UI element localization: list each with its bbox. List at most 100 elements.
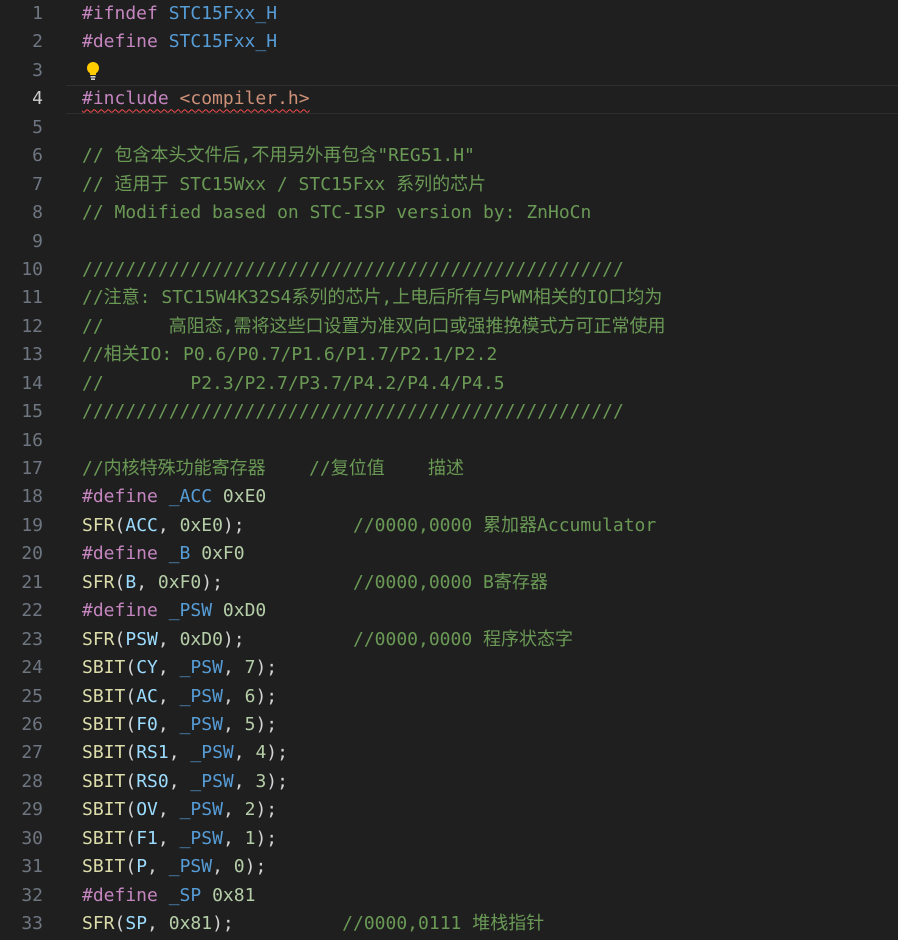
code-editor[interactable]: 1 #ifndef STC15Fxx_H 2 #define STC15Fxx_H 3 4… — [0, 0, 898, 940]
token-punc: ); — [255, 827, 278, 849]
code-text: SFR(ACC, 0xE0); //0000,0000 累加器Accumulat… — [82, 512, 656, 540]
line-number: 6 — [32, 145, 43, 167]
line-number: 3 — [32, 59, 43, 81]
line-number: 2 — [32, 31, 43, 53]
token-fn: SFR — [82, 571, 115, 593]
token-mac: _PSW — [179, 657, 223, 679]
token-mac: _PSW — [179, 713, 223, 735]
code-line[interactable]: 20 #define _B 0xF0 — [0, 540, 898, 568]
code-line[interactable]: 16 — [0, 427, 898, 455]
code-line[interactable]: 27 SBIT(RS1, _PSW, 4); — [0, 739, 898, 767]
token-num: 0 — [233, 856, 245, 878]
token-punc: ); — [244, 856, 267, 878]
code-line[interactable]: 10 //////////////////////////////////////… — [0, 256, 898, 284]
code-line[interactable]: 6 // 包含本头文件后,不用另外再包含"REG51.H" — [0, 142, 898, 170]
code-line[interactable]: 8 // Modified based on STC-ISP version by… — [0, 199, 898, 227]
code-line[interactable]: 3 — [0, 57, 898, 85]
code-line[interactable]: 30 SBIT(F1, _PSW, 1); — [0, 825, 898, 853]
token-num: 0x81 — [168, 913, 213, 934]
code-text: // 包含本头文件后,不用另外再包含"REG51.H" — [82, 142, 475, 170]
token-punc: ); — [255, 799, 278, 821]
token-punc: , — [168, 742, 191, 764]
token-punc: ( — [114, 571, 126, 593]
token-punc: ( — [125, 770, 137, 792]
code-line[interactable]: 28 SBIT(RS0, _PSW, 3); — [0, 768, 898, 796]
code-text: #ifndef STC15Fxx_H — [82, 0, 277, 28]
code-line[interactable]: 11 //注意: STC15W4K32S4系列的芯片,上电后所有与PWM相关的IO… — [0, 284, 898, 312]
token-punc: , — [136, 571, 158, 593]
code-line[interactable]: 23 SFR(PSW, 0xD0); //0000,0000 程序状态字 — [0, 626, 898, 654]
token-var: B — [125, 571, 137, 593]
token-com: //注意: STC15W4K32S4系列的芯片,上电后所有与PWM相关的IO口均… — [82, 287, 663, 309]
code-line[interactable]: 33 SFR(SP, 0x81); //0000,0111 堆栈指针 — [0, 910, 898, 938]
line-number: 8 — [32, 202, 43, 224]
token-punc: ( — [125, 685, 137, 707]
line-number: 19 — [21, 514, 43, 536]
code-line[interactable]: 9 — [0, 228, 898, 256]
line-number: 23 — [21, 628, 43, 650]
code-text: SBIT(P, _PSW, 0); — [82, 853, 266, 881]
line-number: 10 — [21, 258, 43, 280]
code-text: SFR(SP, 0x81); //0000,0111 堆栈指针 — [82, 910, 544, 938]
token-var: ACC — [125, 514, 158, 536]
code-line[interactable]: 13 //相关IO: P0.6/P0.7/P1.6/P1.7/P2.1/P2.2 — [0, 341, 898, 369]
token-kw: #define — [82, 31, 169, 53]
token-punc: , — [157, 514, 180, 536]
code-line[interactable]: 2 #define STC15Fxx_H — [0, 28, 898, 56]
code-line[interactable]: 26 SBIT(F0, _PSW, 5); — [0, 711, 898, 739]
line-number: 4 — [32, 88, 43, 110]
line-number: 5 — [32, 116, 43, 138]
code-text: // 高阻态,需将这些口设置为准双向口或强推挽模式方可正常使用 — [82, 313, 666, 341]
current-code-line[interactable]: 4 #include <compiler.h> — [0, 85, 898, 115]
token-var: F1 — [136, 827, 158, 849]
token-fn: SBIT — [82, 856, 126, 878]
code-text: #define _PSW 0xD0 — [82, 597, 266, 625]
line-number: 12 — [21, 315, 43, 337]
token-fn: SBIT — [82, 799, 126, 821]
token-mac: _PSW — [179, 799, 223, 821]
code-text-error: #include <compiler.h> — [82, 85, 310, 113]
code-line[interactable]: 19 SFR(ACC, 0xE0); //0000,0000 累加器Accumul… — [0, 512, 898, 540]
token-com: // 高阻态,需将这些口设置为准双向口或强推挽模式方可正常使用 — [82, 315, 666, 337]
token-punc: , — [157, 713, 180, 735]
code-line[interactable]: 7 // 适用于 STC15Wxx / STC15Fxx 系列的芯片 — [0, 171, 898, 199]
lightbulb-icon[interactable] — [86, 61, 100, 81]
code-line[interactable]: 21 SFR(B, 0xF0); //0000,0000 B寄存器 — [0, 569, 898, 597]
token-punc: , — [157, 657, 180, 679]
code-line[interactable]: 31 SBIT(P, _PSW, 0); — [0, 853, 898, 881]
code-line[interactable]: 32 #define _SP 0x81 — [0, 882, 898, 910]
code-line[interactable]: 12 // 高阻态,需将这些口设置为准双向口或强推挽模式方可正常使用 — [0, 313, 898, 341]
code-text: //相关IO: P0.6/P0.7/P1.6/P1.7/P2.1/P2.2 — [82, 341, 497, 369]
code-line[interactable]: 1 #ifndef STC15Fxx_H — [0, 0, 898, 28]
code-line[interactable]: 29 SBIT(OV, _PSW, 2); — [0, 796, 898, 824]
token-mac: _SP — [168, 884, 202, 906]
code-line[interactable]: 5 — [0, 114, 898, 142]
code-line[interactable]: 24 SBIT(CY, _PSW, 7); — [0, 654, 898, 682]
token-num: 7 — [244, 657, 256, 679]
token-punc: ); — [212, 913, 234, 934]
token-num: 6 — [244, 685, 256, 707]
token-kw: #ifndef — [82, 3, 169, 24]
token-fn: SBIT — [82, 713, 126, 735]
code-text: SBIT(F1, _PSW, 1); — [82, 825, 277, 853]
code-line[interactable]: 25 SBIT(AC, _PSW, 6); — [0, 683, 898, 711]
code-line[interactable]: 15 //////////////////////////////////////… — [0, 398, 898, 426]
token-punc: ); — [222, 514, 245, 536]
code-line[interactable]: 14 // P2.3/P2.7/P3.7/P4.2/P4.4/P4.5 — [0, 370, 898, 398]
line-number: 7 — [32, 173, 43, 195]
token-com: // 包含本头文件后,不用另外再包含"REG51.H" — [82, 145, 475, 167]
code-line[interactable]: 18 #define _ACC 0xE0 — [0, 483, 898, 511]
line-number: 11 — [21, 287, 43, 309]
token-punc: , — [147, 913, 169, 934]
token-punc: ( — [114, 514, 126, 536]
token-punc: ); — [222, 628, 245, 650]
line-number: 26 — [21, 713, 43, 735]
code-line[interactable]: 17 //内核特殊功能寄存器 //复位值 描述 — [0, 455, 898, 483]
token-var: RS0 — [136, 770, 169, 792]
code-line[interactable]: 22 #define _PSW 0xD0 — [0, 597, 898, 625]
line-number: 28 — [21, 770, 43, 792]
token-mac: _PSW — [179, 827, 223, 849]
